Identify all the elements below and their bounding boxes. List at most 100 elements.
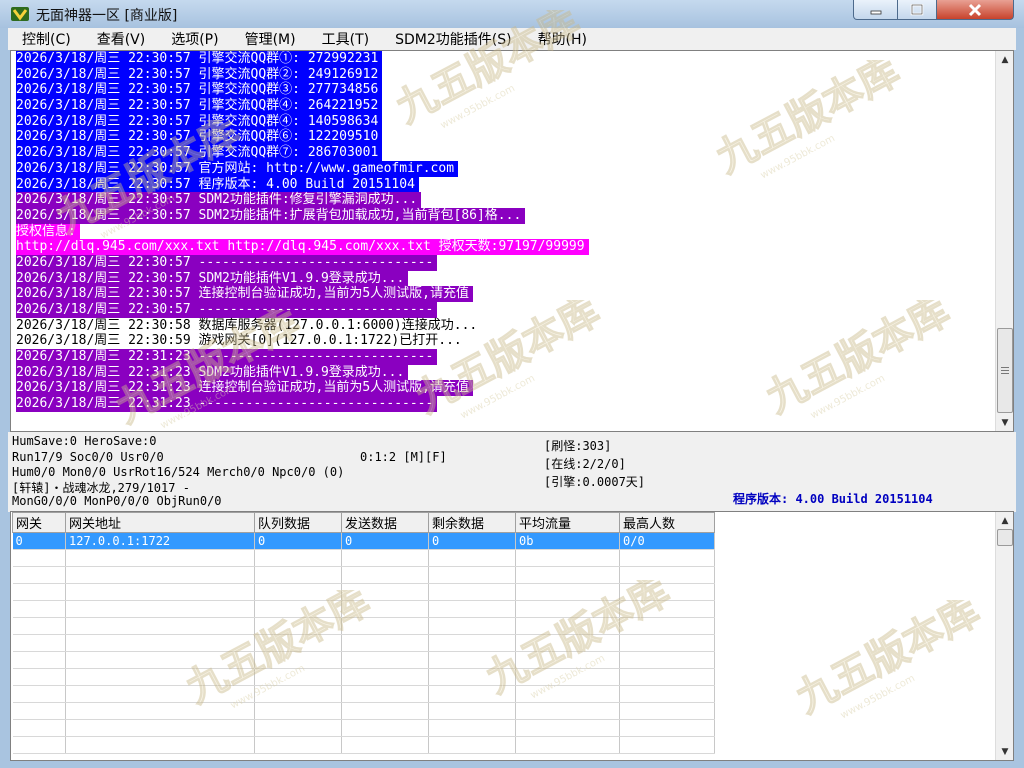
column-header[interactable]: 网关地址: [65, 512, 255, 533]
table-cell: [65, 549, 255, 567]
menu-view[interactable]: 查看(V): [97, 29, 146, 49]
table-cell: [254, 719, 342, 737]
table-cell: [341, 566, 429, 584]
column-header[interactable]: 发送数据: [341, 512, 429, 533]
table-row[interactable]: 0 127.0.0.1:1722 0 0 0 0b 0/0: [12, 532, 715, 550]
empty-table-row: [12, 651, 715, 669]
table-cell: 0: [341, 532, 429, 550]
table-cell: [619, 549, 715, 567]
log-line: 2026/3/18/周三 22:30:57 连接控制台验证成功,当前为5人测试版…: [16, 286, 986, 303]
log-text: 2026/3/18/周三 22:30:57 SDM2功能插件V1.9.9登录成功…: [16, 270, 409, 287]
log-line: 2026/3/18/周三 22:30:57 引擎交流QQ群②: 24912691…: [16, 66, 986, 83]
table-cell: [619, 685, 715, 703]
log-text: 2026/3/18/周三 22:30:57 ------------------…: [16, 254, 438, 271]
log-text: 2026/3/18/周三 22:30:57 连接控制台验证成功,当前为5人测试版…: [16, 286, 474, 303]
table-cell: [254, 736, 342, 754]
maximize-button[interactable]: [897, 0, 937, 20]
column-header[interactable]: 网关: [12, 512, 66, 533]
table-cell: [619, 702, 715, 720]
table-cell: [428, 668, 516, 686]
log-text: 2026/3/18/周三 22:31:23 连接控制台验证成功,当前为5人测试版…: [16, 380, 474, 397]
table-cell: [619, 668, 715, 686]
table-cell: [12, 685, 66, 703]
table-cell: [65, 600, 255, 618]
table-cell: [515, 566, 620, 584]
table-cell: [515, 736, 620, 754]
menu-help[interactable]: 帮助(H): [538, 29, 587, 49]
table-cell: [12, 736, 66, 754]
table-cell: [341, 668, 429, 686]
gateway-panel[interactable]: 网关 网关地址 队列数据 发送数据 剩余数据 平均流量 最高人数 0 127.0.0.1:17…: [10, 511, 1014, 761]
column-header[interactable]: 最高人数: [619, 512, 715, 533]
status-version: 程序版本: 4.00 Build 20151104: [733, 492, 933, 506]
log-line: 2026/3/18/周三 22:30:57 引擎交流QQ群④: 26422195…: [16, 98, 986, 114]
log-scrollbar[interactable]: ▲ ▼: [995, 51, 1013, 431]
empty-table-row: [12, 685, 715, 703]
log-line: 2026/3/18/周三 22:30:57 引擎交流QQ群③: 27773485…: [16, 82, 986, 99]
table-cell: [254, 702, 342, 720]
table-cell: [12, 668, 66, 686]
table-cell: [12, 719, 66, 737]
table-cell: [254, 566, 342, 584]
empty-table-row: [12, 566, 715, 584]
table-cell: [428, 566, 516, 584]
log-line: 2026/3/18/周三 22:30:57 引擎交流QQ群④: 14059863…: [16, 113, 986, 130]
log-line: 2026/3/18/周三 22:30:57 引擎交流QQ群⑦: 28670300…: [16, 145, 986, 161]
table-cell: [12, 549, 66, 567]
menu-sdm2-plugin[interactable]: SDM2功能插件(S): [395, 29, 511, 49]
log-text: 2026/3/18/周三 22:30:57 ------------------…: [16, 302, 438, 318]
log-text: 2026/3/18/周三 22:30:57 引擎交流QQ群⑥: 12220951…: [16, 129, 383, 146]
menu-options[interactable]: 选项(P): [171, 29, 218, 49]
table-cell: [65, 634, 255, 652]
status-online: [在线:2/2/0]: [544, 457, 626, 471]
table-cell: [515, 685, 620, 703]
table-scrollbar[interactable]: ▲ ▼: [995, 512, 1013, 760]
log-line: 2026/3/18/周三 22:30:59 游戏网关[0](127.0.0.1:…: [16, 333, 986, 349]
table-cell: [341, 651, 429, 669]
table-cell: [12, 617, 66, 635]
column-header[interactable]: 剩余数据: [428, 512, 516, 533]
scroll-up-arrow-icon[interactable]: ▲: [996, 512, 1013, 529]
title-bar[interactable]: 无面神器一区 [商业版]: [0, 0, 1024, 28]
log-line: 2026/3/18/周三 22:30:58 数据库服务器(127.0.0.1:6…: [16, 318, 986, 334]
status-save: HumSave:0 HeroSave:0: [12, 434, 157, 448]
table-cell: 0b: [515, 532, 620, 550]
column-header[interactable]: 平均流量: [515, 512, 620, 533]
table-cell: [428, 634, 516, 652]
close-button[interactable]: [936, 0, 1014, 20]
status-counts: Hum0/0 Mon0/0 UsrRot16/524 Merch0/0 Npc0…: [12, 465, 345, 479]
table-cell: [341, 617, 429, 635]
status-run: Run17/9 Soc0/0 Usr0/0: [12, 450, 164, 464]
empty-table-row: [12, 549, 715, 567]
log-line: 2026/3/18/周三 22:30:57 ------------------…: [16, 302, 986, 318]
scroll-up-arrow-icon[interactable]: ▲: [996, 51, 1013, 68]
log-text: 2026/3/18/周三 22:30:57 引擎交流QQ群⑦: 28670300…: [16, 145, 383, 161]
scroll-down-arrow-icon[interactable]: ▼: [996, 743, 1013, 760]
column-header[interactable]: 队列数据: [254, 512, 342, 533]
empty-table-row: [12, 600, 715, 618]
log-scroll-thumb[interactable]: [997, 328, 1013, 413]
close-icon: [968, 3, 982, 16]
log-text: 2026/3/18/周三 22:30:57 引擎交流QQ群④: 26422195…: [16, 98, 383, 114]
status-time: 0:1:2 [M][F]: [360, 450, 447, 464]
log-text: 2026/3/18/周三 22:30:57 引擎交流QQ群①: 27299223…: [16, 51, 383, 67]
table-cell: [65, 719, 255, 737]
table-cell: [619, 600, 715, 618]
table-cell: [619, 651, 715, 669]
menu-tools[interactable]: 工具(T): [322, 29, 369, 49]
log-text: 2026/3/18/周三 22:30:59 游戏网关[0](127.0.0.1:…: [16, 333, 462, 349]
log-line: http://dlq.945.com/xxx.txt http://dlq.94…: [16, 239, 986, 255]
log-text: 2026/3/18/周三 22:30:57 SDM2功能插件:扩展背包加载成功,…: [16, 207, 526, 224]
scroll-down-arrow-icon[interactable]: ▼: [996, 414, 1013, 431]
minimize-button[interactable]: [853, 0, 898, 20]
empty-table-row: [12, 617, 715, 635]
table-cell: [428, 719, 516, 737]
menu-control[interactable]: 控制(C): [22, 29, 71, 49]
log-panel[interactable]: 2026/3/18/周三 22:30:57 引擎交流QQ群①: 27299223…: [10, 50, 1014, 432]
log-text: 2026/3/18/周三 22:30:57 引擎交流QQ群②: 24912691…: [16, 66, 383, 83]
table-header-row: 网关 网关地址 队列数据 发送数据 剩余数据 平均流量 最高人数: [12, 512, 715, 533]
menu-manage[interactable]: 管理(M): [245, 29, 296, 49]
table-cell: 0: [254, 532, 342, 550]
table-cell: [619, 566, 715, 584]
table-scroll-thumb[interactable]: [997, 529, 1013, 546]
